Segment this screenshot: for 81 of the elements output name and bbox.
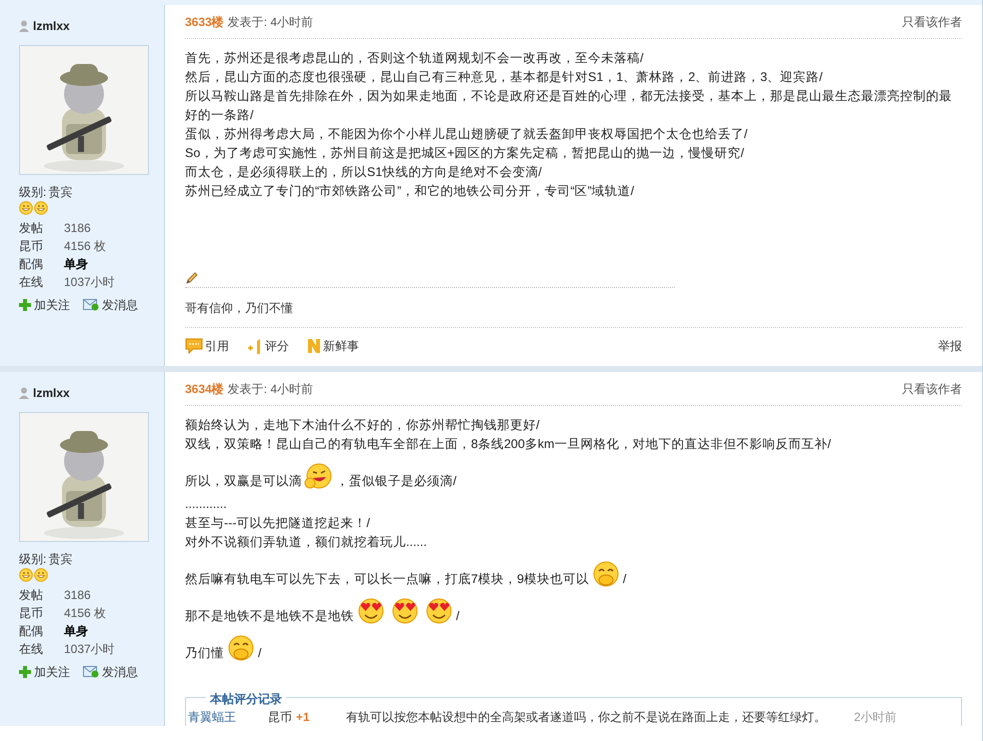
- post-text: /: [456, 608, 460, 625]
- quote-link[interactable]: 引用: [185, 337, 229, 355]
- rate-link[interactable]: 评分: [247, 337, 289, 355]
- stat-value: 单身: [64, 623, 88, 640]
- post-text: 首先，苏州还是很考虑昆山的，否则这个轨道网规划不会一改再改，至今未落稿/: [185, 50, 644, 67]
- author-only-link[interactable]: 只看该作者: [902, 12, 962, 30]
- stat-label: 昆币: [19, 238, 44, 255]
- stat-value: 1037小时: [64, 641, 115, 658]
- thumbs-up-smiley-icon: [304, 461, 334, 491]
- pencil-icon: [185, 271, 199, 285]
- post-text: ，蛋似银子是必须滴/: [336, 473, 456, 490]
- rating-time: 2小时前: [854, 709, 897, 726]
- level-label: 级别:: [19, 184, 46, 201]
- plus-one-icon: [247, 338, 263, 354]
- stat-label: 配偶: [19, 623, 44, 640]
- stat-value: 3186: [64, 220, 91, 237]
- post-text: 乃们懂: [185, 645, 224, 662]
- signature-text: 哥有信仰，乃们不懂: [185, 300, 293, 316]
- user-icon: [19, 387, 29, 399]
- laughing-smiley-icon: [590, 559, 621, 589]
- post-text: /: [258, 645, 262, 662]
- envelope-icon: [83, 299, 99, 311]
- smiley-icon: [19, 201, 33, 215]
- author-name[interactable]: lzmlxx: [33, 17, 70, 35]
- post-text: 蛋似，苏州得考虑大局，不能因为你个小样儿昆山翅膀硬了就丢盔卸甲丧权辱国把个太仓也给丢了/: [185, 126, 748, 143]
- post-text: ............: [185, 496, 227, 513]
- rating-amount: +1: [296, 709, 311, 726]
- envelope-icon: [83, 666, 99, 678]
- post-text: 然后，昆山方面的态度也很强硬，昆山自己有三种意见，基本都是针对S1，1、萧林路，2、前进路，3、迎宾路/: [185, 69, 823, 86]
- message-link[interactable]: 发消息: [83, 296, 138, 314]
- author-name[interactable]: lzmlxx: [33, 384, 70, 402]
- follow-link[interactable]: 加关注: [19, 663, 70, 681]
- level-value: 贵宾: [48, 184, 72, 201]
- author-only-link[interactable]: 只看该作者: [902, 380, 962, 398]
- post-text: 甚至与---可以先把隧道挖起来！/: [185, 515, 370, 532]
- post-text: 所以马鞍山路是首先排除在外，因为如果走地面，不论是政府还是百姓的心理，都无法接受，基本上，那是昆山最生态最漂亮控制的最好的一条路/: [185, 88, 953, 124]
- plus-icon: [19, 299, 31, 311]
- stat-label: 昆币: [19, 605, 44, 622]
- follow-link[interactable]: 加关注: [19, 296, 70, 314]
- rater-name[interactable]: 青翼蝠王: [188, 708, 268, 726]
- smiley-icon: [34, 201, 48, 215]
- stat-label: 在线: [19, 274, 44, 291]
- post-text: 然后嘛有轨电车可以先下去，可以长一点嘛，打底7模块，9模块也可以: [185, 571, 589, 588]
- post-text: 对外不说额们弄轨道，额们就挖着玩儿......: [185, 534, 427, 551]
- smiley-icon: [34, 568, 48, 582]
- level-label: 级别:: [19, 551, 46, 568]
- post-text: 所以，双赢是可以滴: [185, 473, 302, 490]
- plus-icon: [19, 666, 31, 678]
- stat-value: 1037小时: [64, 274, 115, 291]
- post-text: 双线，双策略！昆山自己的有轨电车全部在上面，8条线200多km一旦网格化，对地下的直达非但不影响反而互补/: [185, 436, 831, 453]
- post-time: 发表于: 4小时前: [228, 14, 314, 30]
- heart-eyes-smiley-icon: [356, 596, 386, 626]
- post-text: /: [622, 571, 626, 588]
- heart-eyes-smiley-icon: [424, 596, 454, 626]
- post-text: 而太仓，是必须得联上的，所以S1快线的方向是绝对不会变滴/: [185, 164, 542, 181]
- rating-legend: 本帖评分记录: [206, 690, 286, 708]
- level-value: 贵宾: [48, 551, 72, 568]
- heart-eyes-smiley-icon: [390, 596, 420, 626]
- speech-bubble-icon: [185, 338, 203, 354]
- laughing-smiley-icon: [226, 633, 256, 663]
- rating-reason: 有轨可以按您本帖设想中的全高架或者遂道吗，你之前不是说在路面上走，还要等红绿灯。: [346, 709, 826, 726]
- stat-label: 发帖: [19, 220, 44, 237]
- post-time: 发表于: 4小时前: [228, 380, 314, 398]
- report-link[interactable]: 举报: [938, 337, 962, 355]
- stat-label: 在线: [19, 641, 44, 658]
- stat-label: 发帖: [19, 587, 44, 604]
- stat-value: 单身: [64, 256, 88, 273]
- stat-value: 4156 枚: [64, 238, 106, 255]
- post-text: 那不是地铁不是地铁不是地铁: [185, 608, 354, 625]
- smiley-icon: [19, 568, 33, 582]
- stat-value: 4156 枚: [64, 605, 106, 622]
- rating-currency: 昆币: [268, 709, 292, 726]
- message-link[interactable]: 发消息: [83, 663, 138, 681]
- user-icon: [19, 20, 29, 32]
- post-text: So，为了考虑可实施性，苏州目前这是把城区+园区的方案先定稿，暂把昆山的抛一边，慢慢研究/: [185, 145, 744, 162]
- n-badge-icon: [307, 338, 321, 354]
- stat-value: 3186: [64, 587, 91, 604]
- post-text: 苏州已经成立了专门的“市郊铁路公司”，和它的地铁公司分开，专司“区”域轨道/: [185, 183, 634, 200]
- stat-label: 配偶: [19, 256, 44, 273]
- post-text: 额始终认为，走地下木油什么不好的，你苏州帮忙掏钱那更好/: [185, 417, 540, 434]
- news-link[interactable]: 新鲜事: [307, 337, 359, 355]
